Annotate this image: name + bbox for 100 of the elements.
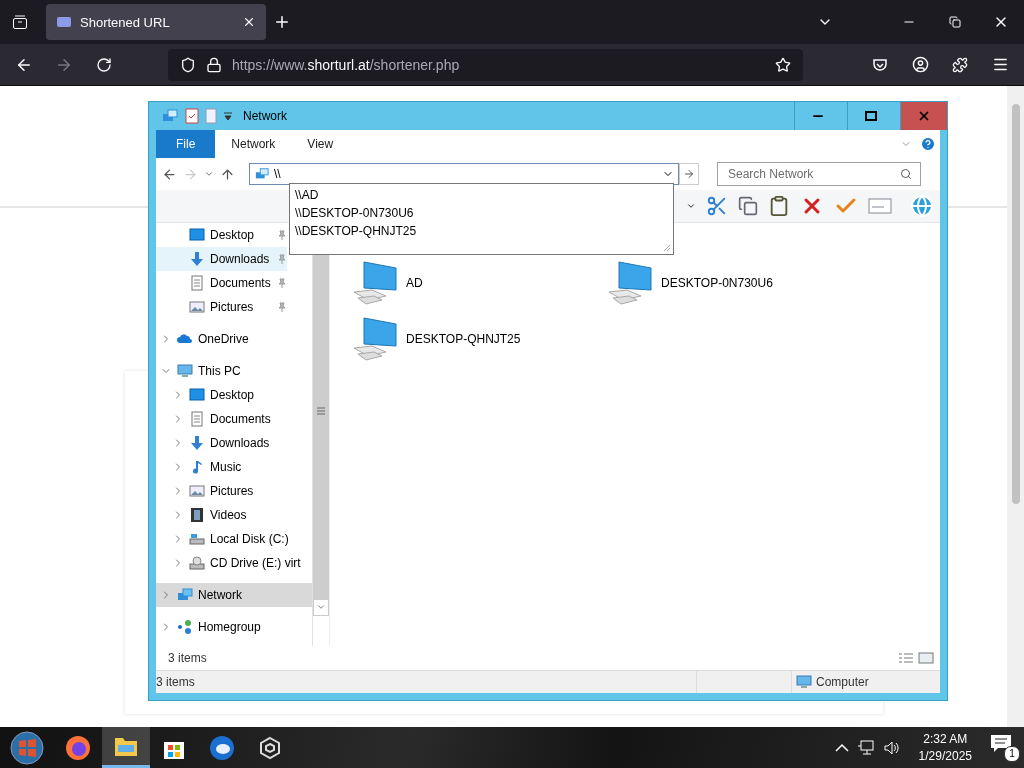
go-arrow-icon[interactable]	[683, 168, 695, 180]
nav-item[interactable]: Documents	[156, 271, 287, 295]
pin-icon	[277, 278, 287, 288]
back-icon[interactable]	[162, 166, 177, 182]
computer-icon	[177, 363, 193, 379]
nav-item[interactable]: Music	[156, 455, 312, 479]
url-bar[interactable]: https://www.shorturl.at/shortener.php	[168, 48, 803, 81]
recent-locations-icon[interactable]	[204, 169, 214, 179]
new-tab-icon[interactable]	[273, 13, 291, 31]
nav-item[interactable]: Desktop	[156, 383, 312, 407]
close-tab-icon[interactable]	[242, 15, 256, 29]
checklist-icon[interactable]	[185, 108, 199, 124]
clipboard-icon[interactable]	[768, 195, 790, 217]
show-hidden-icons-icon[interactable]	[834, 742, 849, 753]
nav-item[interactable]: Downloads	[156, 431, 312, 455]
nav-label: Documents	[210, 276, 271, 290]
nav-item[interactable]: Desktop	[156, 223, 287, 247]
nav-item[interactable]: This PC	[156, 359, 312, 383]
shield-icon[interactable]	[180, 56, 196, 73]
account-icon[interactable]	[911, 56, 929, 73]
caret-icon[interactable]	[223, 111, 233, 121]
scissors-icon[interactable]	[706, 195, 728, 217]
tab-list-icon[interactable]	[12, 14, 28, 30]
nav-item[interactable]: Network	[156, 583, 312, 607]
nav-item[interactable]: Local Disk (C:)	[156, 527, 312, 551]
maximize-icon[interactable]	[865, 111, 877, 121]
restore-icon[interactable]	[949, 16, 961, 28]
nav-item[interactable]: Pictures	[156, 479, 312, 503]
ribbon-tab[interactable]: View	[291, 130, 350, 158]
cube-icon[interactable]	[258, 735, 282, 760]
nav-label: Pictures	[210, 484, 254, 498]
volume-icon[interactable]	[882, 739, 901, 756]
extensions-icon[interactable]	[952, 56, 968, 73]
pin-icon	[277, 302, 287, 312]
browser-tab[interactable]: Shortened URL	[46, 4, 266, 40]
menu-icon[interactable]	[991, 56, 1009, 73]
download-arrow-icon	[189, 251, 205, 267]
cd-drive-icon	[189, 555, 205, 571]
suggestion-item[interactable]: \\AD	[295, 186, 673, 204]
computer-icon	[352, 260, 400, 306]
suggestion-item[interactable]: \\DESKTOP-QHNJT25	[295, 222, 673, 240]
suggestion-item[interactable]: \\DESKTOP-0N730U6	[295, 204, 673, 222]
nav-label: Pictures	[210, 300, 254, 314]
nav-label: Desktop	[210, 388, 255, 402]
up-icon[interactable]	[220, 166, 235, 182]
mail-client-icon[interactable]	[209, 734, 235, 761]
help-icon[interactable]	[920, 136, 936, 152]
nav-label: Documents	[210, 412, 271, 426]
network-computer[interactable]: DESKTOP-QHNJT25	[352, 313, 607, 365]
reload-icon[interactable]	[96, 56, 112, 73]
nav-label: Music	[210, 460, 242, 474]
pin-icon	[277, 230, 287, 240]
pocket-icon[interactable]	[872, 56, 888, 73]
close-button[interactable]	[900, 102, 947, 130]
network-icon	[177, 587, 193, 603]
address-input[interactable]: \\	[274, 167, 658, 181]
notification-count: 1	[1004, 745, 1020, 762]
clock[interactable]: 2:32 AM 1/29/2025	[918, 730, 972, 765]
computer-name: DESKTOP-QHNJT25	[406, 332, 521, 346]
ribbon-tab[interactable]: Network	[215, 130, 292, 158]
nav-item[interactable]: Documents	[156, 407, 312, 431]
firefox-icon[interactable]	[65, 734, 91, 761]
desktop-icon	[189, 227, 205, 243]
nav-item[interactable]: OneDrive	[156, 327, 312, 351]
nav-label: Desktop	[210, 228, 255, 242]
nav-item[interactable]: Homegroup	[156, 615, 312, 639]
grip-icon[interactable]	[317, 406, 325, 415]
computer-icon	[352, 316, 400, 362]
network-computer[interactable]: AD	[352, 257, 607, 309]
search-icon[interactable]	[900, 168, 912, 180]
nav-item[interactable]: Pictures	[156, 295, 287, 319]
window-title: Network	[243, 109, 287, 123]
network-status-icon[interactable]	[856, 739, 875, 756]
notification-center[interactable]: 1	[990, 733, 1018, 762]
network-computer[interactable]: DESKTOP-0N730U6	[607, 257, 862, 309]
desktop-icon	[189, 387, 205, 403]
nav-item[interactable]: Downloads	[156, 247, 287, 271]
caret-icon[interactable]	[686, 201, 696, 211]
status-location: Computer	[816, 675, 869, 689]
start-orb-icon[interactable]	[10, 730, 44, 765]
ribbon-tab[interactable]: File	[156, 130, 216, 158]
nav-item[interactable]: CD Drive (E:) virt	[156, 551, 312, 575]
search-field[interactable]: Search Network	[717, 162, 921, 186]
bookmark-star-icon[interactable]	[775, 56, 791, 73]
computer-name: AD	[406, 276, 423, 290]
network-icon	[254, 167, 270, 181]
page-scrollbar[interactable]	[1007, 86, 1024, 727]
nav-label: Network	[198, 588, 242, 602]
nav-item[interactable]: Videos	[156, 503, 312, 527]
lock-icon[interactable]	[206, 56, 222, 73]
copy-icon[interactable]	[738, 196, 758, 216]
globe-icon[interactable]	[910, 194, 934, 218]
resize-grip-icon[interactable]	[663, 244, 671, 252]
pin-icon	[277, 254, 287, 264]
document-icon	[189, 275, 205, 291]
nav-label: Homegroup	[198, 620, 261, 634]
folder-icon[interactable]	[114, 735, 138, 757]
nav-label: OneDrive	[198, 332, 249, 346]
message-icon	[990, 733, 1012, 754]
network-icon	[161, 108, 179, 124]
